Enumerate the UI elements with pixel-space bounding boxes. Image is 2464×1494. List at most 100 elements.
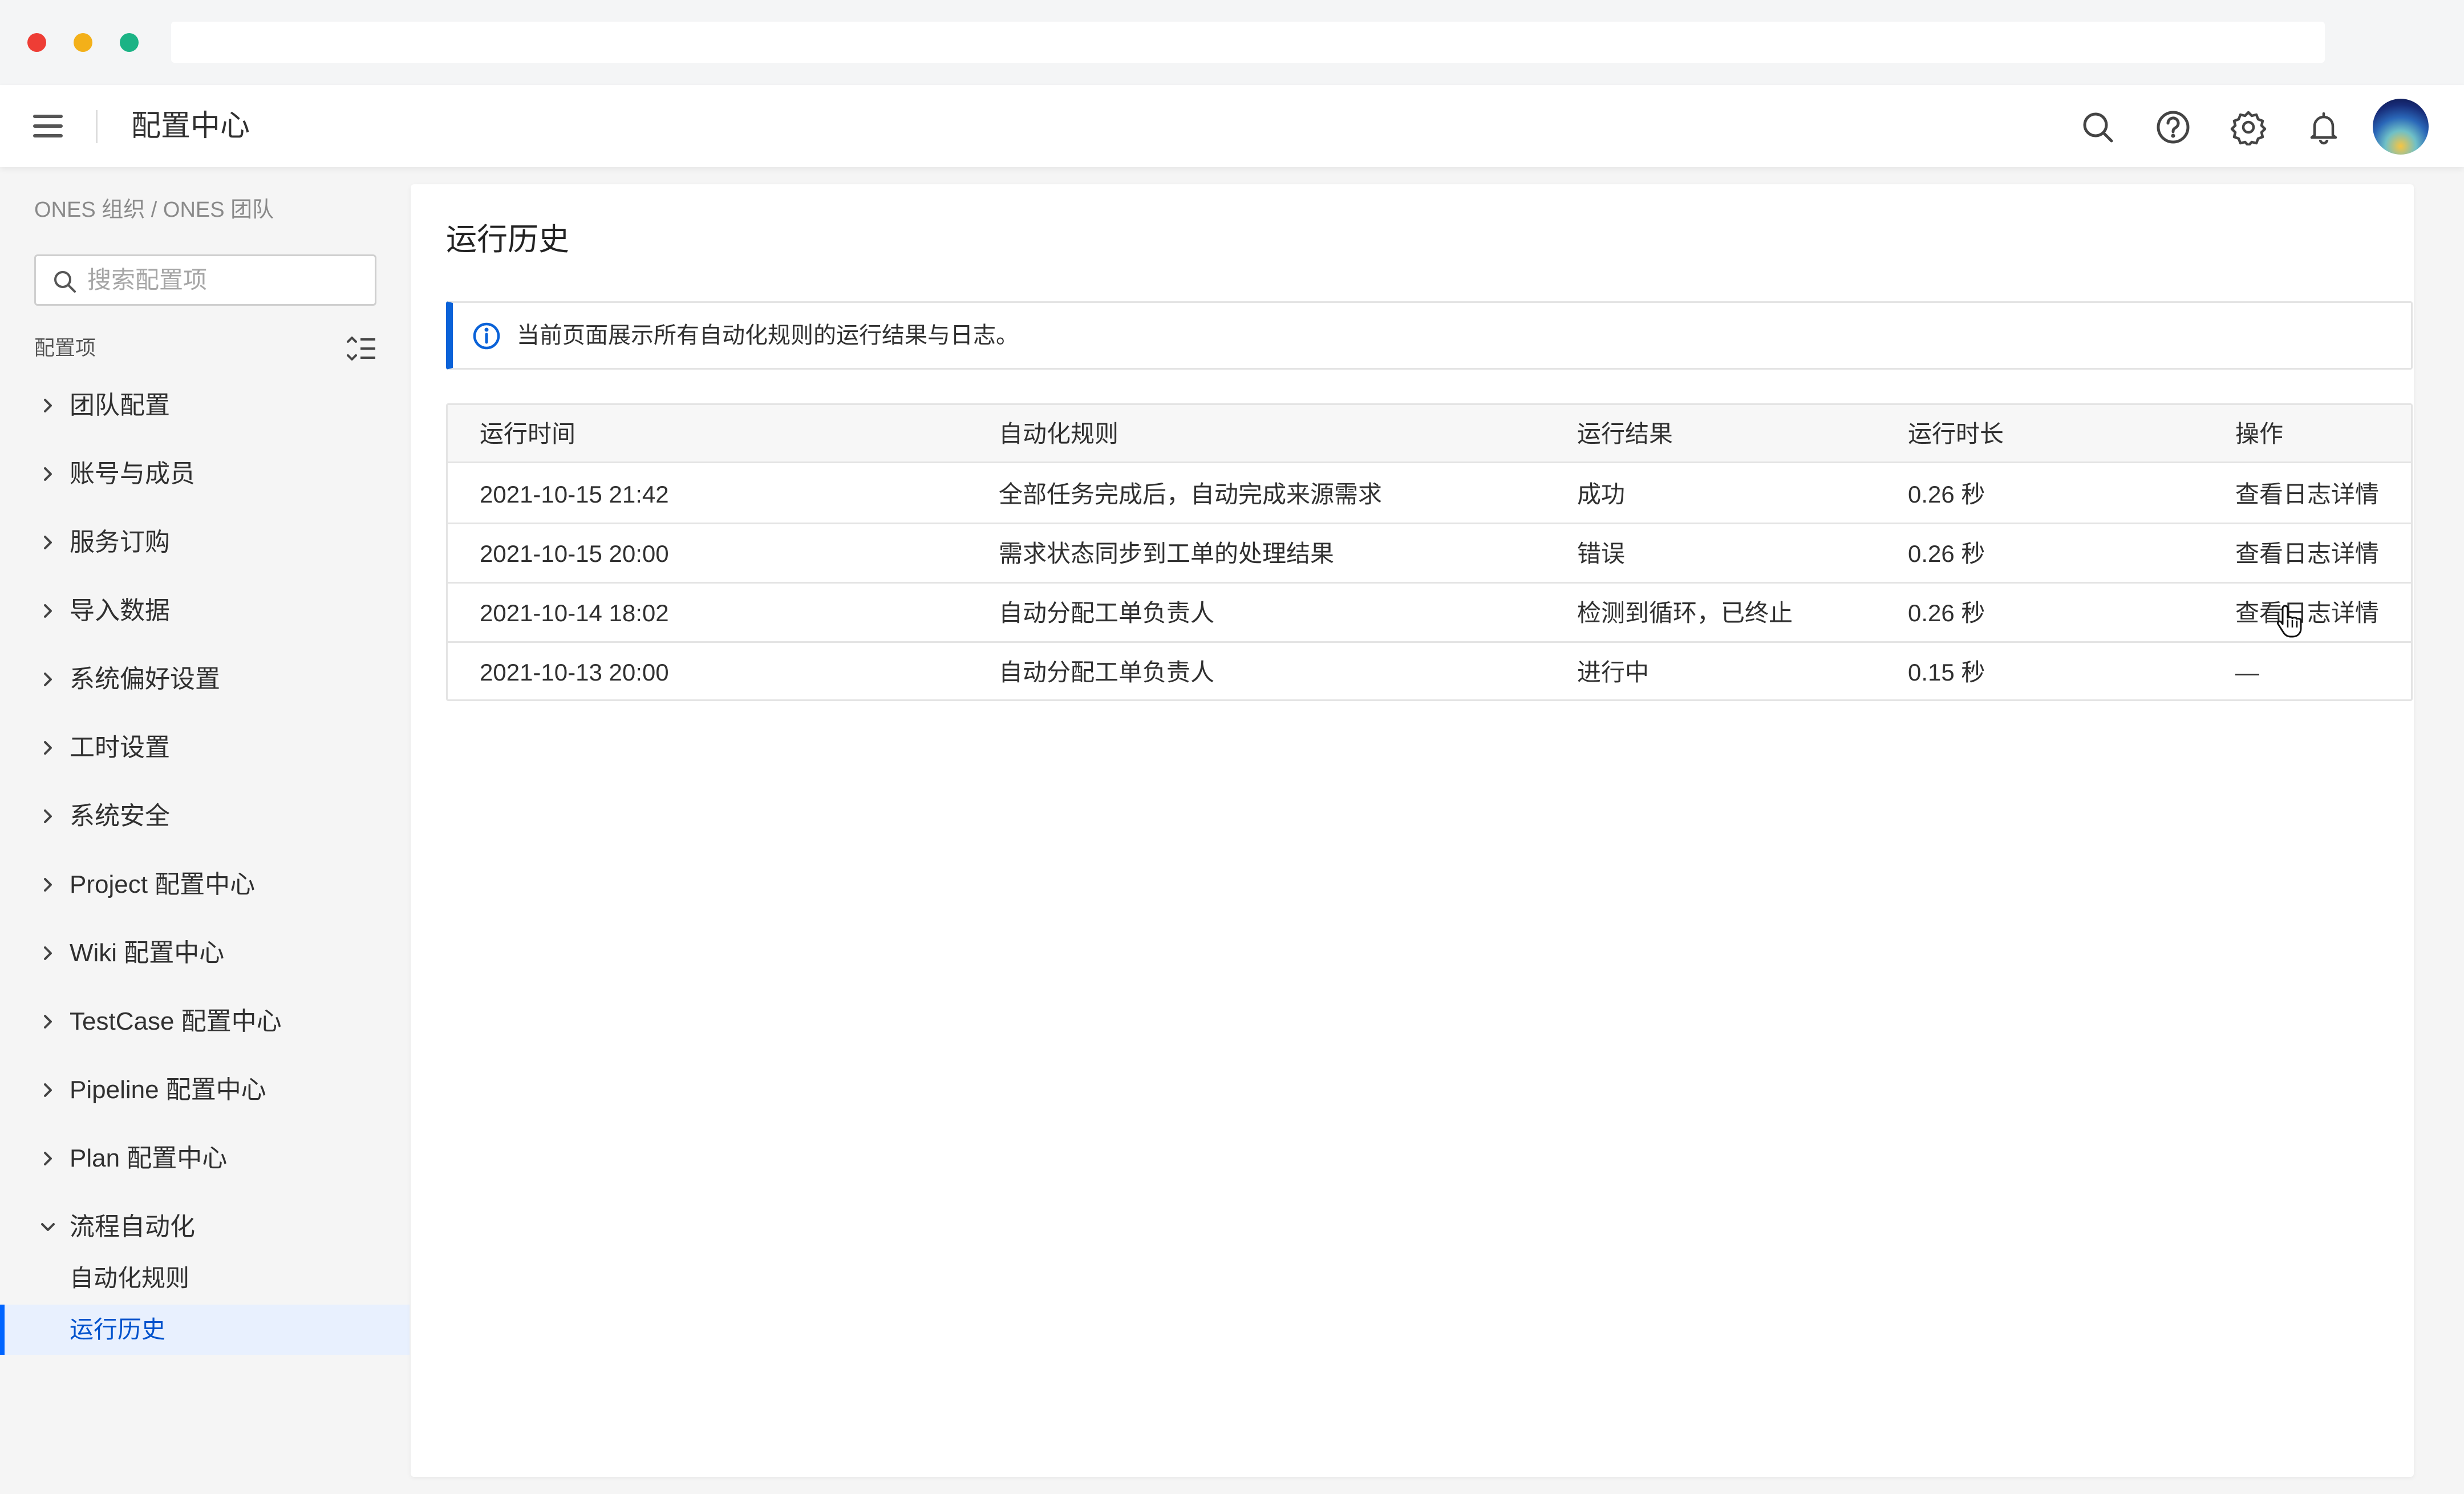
sidebar-subitem-label: 运行历史 [70, 1316, 166, 1343]
view-log-link[interactable]: 查看日志详情 [2235, 465, 2379, 524]
sidebar-item-label: 工时设置 [70, 734, 170, 762]
chevron-right-icon [44, 809, 52, 823]
info-icon [473, 322, 500, 350]
menu-icon[interactable] [33, 114, 63, 139]
window-minimize-button[interactable] [74, 33, 92, 52]
info-banner: 当前页面展示所有自动化规则的运行结果与日志。 [446, 301, 2413, 370]
section-label: 配置项 [34, 336, 96, 359]
cell-time: 2021-10-15 21:42 [480, 481, 669, 508]
gear-icon[interactable] [2230, 109, 2267, 147]
cell-time: 2021-10-13 20:00 [480, 659, 669, 686]
column-header-action: 操作 [2235, 420, 2284, 447]
chevron-right-icon [44, 536, 52, 549]
browser-chrome [0, 0, 2464, 85]
app-title: 配置中心 [131, 110, 250, 143]
header-divider [96, 110, 98, 143]
cell-rule: 自动分配工单负责人 [999, 600, 1215, 626]
sidebar-item-label: Plan 配置中心 [70, 1144, 228, 1172]
sidebar-item-label: Pipeline 配置中心 [70, 1076, 266, 1104]
table-header: 运行时间 自动化规则 运行结果 运行时长 操作 [448, 405, 2411, 463]
cell-duration: 0.26 秒 [1908, 540, 1985, 567]
sidebar-item-label: 流程自动化 [70, 1213, 195, 1241]
sidebar-item-label: 服务订购 [70, 528, 170, 556]
table-row: 2021-10-14 18:02 自动分配工单负责人 检测到循环，已终止 0.2… [448, 584, 2411, 643]
sidebar-item-import-data[interactable]: 导入数据 [0, 588, 410, 634]
chevron-right-icon [44, 1152, 52, 1165]
table-row: 2021-10-15 21:42 全部任务完成后，自动完成来源需求 成功 0.2… [448, 465, 2411, 524]
sidebar-item-plan[interactable]: Plan 配置中心 [0, 1136, 410, 1181]
help-icon[interactable] [2155, 109, 2191, 145]
avatar[interactable] [2373, 99, 2429, 155]
cell-duration: 0.26 秒 [1908, 481, 1985, 508]
chevron-right-icon [44, 604, 52, 618]
chevron-right-icon [44, 1015, 52, 1029]
search-input[interactable] [87, 264, 361, 296]
window-maximize-button[interactable] [120, 33, 139, 52]
cell-result: 成功 [1577, 481, 1626, 508]
sidebar: ONES 组织 / ONES 团队 配置项 团队配置 账号与成员 服务订购 导入… [0, 167, 410, 1494]
sidebar-item-work-hours[interactable]: 工时设置 [0, 725, 410, 771]
sidebar-item-label: TestCase 配置中心 [70, 1007, 282, 1035]
chevron-right-icon [44, 878, 52, 892]
column-header-result: 运行结果 [1577, 420, 1673, 447]
run-history-table: 运行时间 自动化规则 运行结果 运行时长 操作 2021-10-15 21:42… [446, 403, 2413, 701]
search-icon[interactable] [2080, 109, 2116, 145]
sidebar-item-preferences[interactable]: 系统偏好设置 [0, 657, 410, 702]
cell-action-empty: — [2235, 659, 2259, 686]
bell-icon[interactable] [2305, 109, 2342, 145]
chevron-right-icon [44, 399, 52, 412]
sidebar-item-automation[interactable]: 流程自动化 [0, 1204, 410, 1250]
sidebar-item-pipeline[interactable]: Pipeline 配置中心 [0, 1067, 410, 1113]
table-row: 2021-10-13 20:00 自动分配工单负责人 进行中 0.15 秒 — [448, 643, 2411, 702]
cell-rule: 全部任务完成后，自动完成来源需求 [999, 481, 1383, 508]
chevron-right-icon [44, 673, 52, 686]
page-title: 运行历史 [446, 222, 569, 257]
chevron-right-icon [44, 467, 52, 481]
sidebar-subitem-automation-rules[interactable]: 自动化规则 [0, 1253, 410, 1303]
column-header-time: 运行时间 [480, 420, 576, 447]
chevron-right-icon [44, 1083, 52, 1097]
cell-result: 进行中 [1577, 659, 1650, 686]
sidebar-item-label: 导入数据 [70, 597, 170, 625]
sidebar-item-accounts[interactable]: 账号与成员 [0, 451, 410, 497]
sidebar-subitem-run-history[interactable]: 运行历史 [0, 1305, 410, 1355]
sidebar-subitem-label: 自动化规则 [70, 1265, 190, 1291]
hand-cursor-icon [2277, 605, 2302, 638]
sidebar-item-subscription[interactable]: 服务订购 [0, 520, 410, 565]
search-box[interactable] [34, 254, 376, 306]
search-icon [54, 271, 76, 293]
chevron-down-icon [41, 1223, 55, 1231]
sidebar-item-project[interactable]: Project 配置中心 [0, 862, 410, 908]
cell-rule: 需求状态同步到工单的处理结果 [999, 540, 1335, 567]
sidebar-item-label: 系统安全 [70, 802, 170, 830]
cell-time: 2021-10-15 20:00 [480, 540, 669, 567]
sidebar-item-security[interactable]: 系统安全 [0, 793, 410, 839]
main-panel: 运行历史 当前页面展示所有自动化规则的运行结果与日志。 运行时间 自动化规则 运… [411, 184, 2414, 1477]
cell-duration: 0.26 秒 [1908, 600, 1985, 626]
sidebar-item-label: Wiki 配置中心 [70, 939, 225, 967]
window-close-button[interactable] [27, 33, 46, 52]
sidebar-item-testcase[interactable]: TestCase 配置中心 [0, 999, 410, 1044]
sidebar-item-label: Project 配置中心 [70, 871, 256, 898]
chevron-right-icon [44, 741, 52, 755]
view-log-link[interactable]: 查看日志详情 [2235, 584, 2379, 643]
column-header-rule: 自动化规则 [999, 420, 1119, 447]
view-log-link[interactable]: 查看日志详情 [2235, 524, 2379, 584]
sidebar-item-label: 账号与成员 [70, 460, 195, 488]
cell-time: 2021-10-14 18:02 [480, 600, 669, 626]
cell-result: 错误 [1577, 540, 1626, 567]
collapse-all-icon[interactable] [346, 335, 376, 362]
breadcrumb: ONES 组织 / ONES 团队 [34, 198, 274, 222]
sidebar-item-label: 系统偏好设置 [70, 665, 220, 693]
app-header: 配置中心 [0, 85, 2464, 167]
address-bar[interactable] [171, 22, 2325, 63]
chevron-right-icon [44, 946, 52, 960]
sidebar-item-wiki[interactable]: Wiki 配置中心 [0, 930, 410, 976]
info-text: 当前页面展示所有自动化规则的运行结果与日志。 [517, 323, 1019, 348]
cell-rule: 自动分配工单负责人 [999, 659, 1215, 686]
sidebar-item-team-config[interactable]: 团队配置 [0, 383, 410, 428]
column-header-duration: 运行时长 [1908, 420, 2004, 447]
table-row: 2021-10-15 20:00 需求状态同步到工单的处理结果 错误 0.26 … [448, 524, 2411, 584]
cell-result: 检测到循环，已终止 [1577, 600, 1793, 626]
sidebar-item-label: 团队配置 [70, 391, 170, 419]
